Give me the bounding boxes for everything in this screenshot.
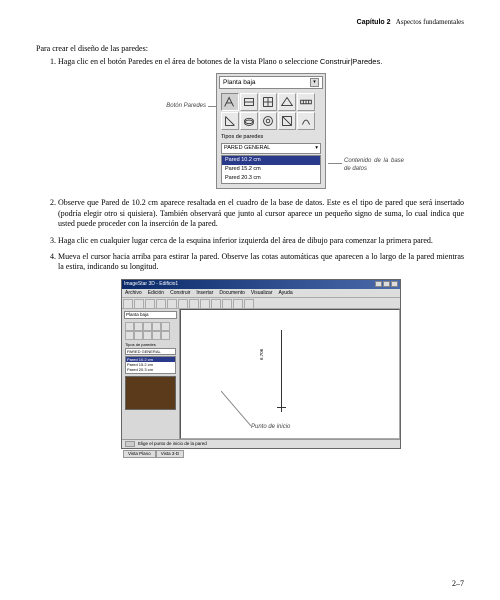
toolbar-button[interactable]: [211, 299, 221, 309]
toolbar-button[interactable]: [156, 299, 166, 309]
tool-button-4[interactable]: [278, 93, 296, 111]
toolbar-button[interactable]: [178, 299, 188, 309]
page-header: Capítulo 2 Aspectos fundamentales: [36, 18, 464, 26]
toolbar-button[interactable]: [145, 299, 155, 309]
left-combo[interactable]: PARED GENERAL: [125, 348, 176, 355]
dropdown-icon[interactable]: ▾: [310, 78, 319, 87]
tool-button-9[interactable]: [278, 112, 296, 130]
menu-visualizar[interactable]: Visualizar: [251, 290, 273, 296]
toolbar-button[interactable]: [167, 299, 177, 309]
callout-punto-inicio: Punto de inicio: [251, 424, 290, 432]
toolbar-button[interactable]: [123, 299, 133, 309]
dimension-label: 6.706: [259, 348, 265, 359]
drawing-canvas[interactable]: 6.706: [180, 309, 400, 439]
menu-bar: Archivo Edición Construir Insertar Docum…: [122, 289, 400, 297]
toolbar-button[interactable]: [222, 299, 232, 309]
status-icon: [125, 441, 135, 447]
figure-2: ImageStar 3D - Edificio1 Archivo Edición…: [121, 279, 401, 469]
panel-title-text: Planta baja: [223, 79, 256, 87]
left-tool-grid: [122, 321, 179, 341]
step-4-text: Mueva el cursor hacia arriba para estira…: [58, 252, 464, 271]
combo-arrow-icon: ▾: [315, 145, 318, 152]
callout-pointer-line: [221, 391, 251, 426]
menu-construir[interactable]: Construir: [170, 290, 190, 296]
left-side-panel: Planta baja: [122, 309, 180, 439]
work-area: Planta baja: [122, 309, 400, 439]
mini-tool[interactable]: [125, 331, 134, 340]
window-titlebar: ImageStar 3D - Edificio1: [122, 280, 400, 289]
toolbar-button[interactable]: [134, 299, 144, 309]
toolbar-button[interactable]: [244, 299, 254, 309]
step-1-menu: Construir|Paredes.: [320, 57, 382, 66]
view-tabs: Vista Plano Vista 3-D: [123, 450, 184, 458]
mini-tool[interactable]: [143, 322, 152, 331]
panel-section-label: Tipos de paredes: [217, 132, 325, 141]
chapter-label: Capítulo 2: [357, 19, 391, 26]
wall-segment: [281, 330, 282, 405]
callout-boton-paredes: Botón Paredes: [144, 103, 206, 111]
left-wall-list[interactable]: Pared 10.2 cm Pared 15.2 cm Pared 20.3 c…: [125, 356, 176, 374]
tool-panel: Planta baja ▾ Tipos de paredes: [216, 73, 326, 189]
callout-contenido: Contenido de la base de datos: [344, 158, 404, 174]
close-button[interactable]: [391, 281, 398, 287]
tab-3d[interactable]: Vista 3-D: [156, 450, 184, 458]
mini-tool[interactable]: [134, 331, 143, 340]
mini-tool[interactable]: [161, 322, 170, 331]
window-title: ImageStar 3D - Edificio1: [124, 281, 178, 288]
combo-value: PARED GENERAL: [224, 145, 270, 152]
menu-insertar[interactable]: Insertar: [196, 290, 213, 296]
menu-documento[interactable]: Documento: [219, 290, 245, 296]
material-preview: [125, 376, 176, 410]
tool-button-6[interactable]: [221, 112, 239, 130]
list-item[interactable]: Pared 20.3 cm: [222, 174, 320, 183]
mini-tool[interactable]: [134, 322, 143, 331]
step-3: Haga clic en cualquier lugar cerca de la…: [58, 236, 464, 246]
tool-button-grid: [217, 91, 325, 132]
toolbar-button[interactable]: [189, 299, 199, 309]
wall-type-combo[interactable]: PARED GENERAL ▾: [221, 143, 321, 154]
figure-1: Botón Paredes Planta baja ▾: [146, 73, 376, 188]
tool-button-10[interactable]: [297, 112, 315, 130]
step-4: Mueva el cursor hacia arriba para estira…: [58, 252, 464, 469]
steps-list: Haga clic en el botón Paredes en el área…: [36, 57, 464, 469]
left-section-label: Tipos de paredes: [122, 341, 179, 347]
menu-ayuda[interactable]: Ayuda: [279, 290, 293, 296]
status-text: Elige el punto de inicio de la pared: [138, 441, 207, 447]
step-1-text: Haga clic en el botón Paredes en el área…: [58, 57, 320, 66]
mini-tool[interactable]: [125, 322, 134, 331]
window-controls: [375, 281, 398, 287]
left-list-item[interactable]: Pared 20.3 cm: [126, 367, 175, 372]
list-item[interactable]: Pared 15.2 cm: [222, 165, 320, 174]
callout-line-2: [328, 163, 342, 164]
menu-edicion[interactable]: Edición: [148, 290, 164, 296]
tool-button-3[interactable]: [259, 93, 277, 111]
tool-button-5[interactable]: [297, 93, 315, 111]
mini-tool[interactable]: [152, 322, 161, 331]
chapter-title-text: Aspectos fundamentales: [396, 18, 464, 26]
tool-button-2[interactable]: [240, 93, 258, 111]
step-1: Haga clic en el botón Paredes en el área…: [58, 57, 464, 188]
tab-plano[interactable]: Vista Plano: [123, 450, 156, 458]
minimize-button[interactable]: [375, 281, 382, 287]
main-toolbar: [122, 297, 400, 309]
page-number: 2–7: [452, 579, 464, 588]
mini-tool[interactable]: [161, 331, 170, 340]
status-bar: Elige el punto de inicio de la pared: [122, 439, 400, 448]
intro-text: Para crear el diseño de las paredes:: [36, 44, 464, 53]
tool-button-8[interactable]: [259, 112, 277, 130]
maximize-button[interactable]: [383, 281, 390, 287]
cursor-crosshair-icon: [277, 403, 286, 412]
tool-button-7[interactable]: [240, 112, 258, 130]
list-item-selected[interactable]: Pared 10.2 cm: [222, 156, 320, 165]
toolbar-button[interactable]: [200, 299, 210, 309]
mini-tool[interactable]: [152, 331, 161, 340]
left-panel-title[interactable]: Planta baja: [124, 311, 177, 319]
panel-title-bar[interactable]: Planta baja ▾: [219, 76, 323, 89]
wall-type-list[interactable]: Pared 10.2 cm Pared 15.2 cm Pared 20.3 c…: [221, 155, 321, 184]
toolbar-button[interactable]: [233, 299, 243, 309]
menu-archivo[interactable]: Archivo: [125, 290, 142, 296]
mini-tool[interactable]: [143, 331, 152, 340]
step-2: Observe que Pared de 10.2 cm aparece res…: [58, 198, 464, 229]
paredes-button[interactable]: [221, 93, 239, 111]
